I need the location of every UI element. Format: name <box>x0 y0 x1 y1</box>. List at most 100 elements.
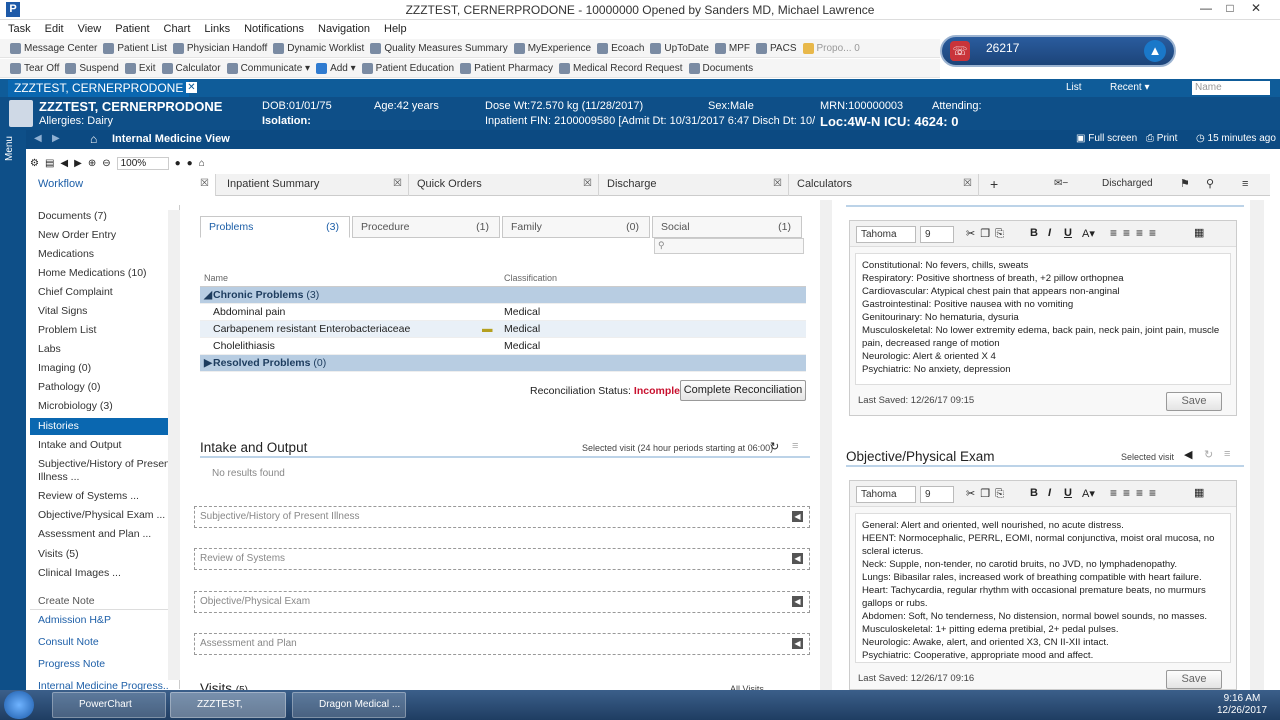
binoculars-icon[interactable]: ⚙ <box>30 158 39 169</box>
taskbar-patient-chart[interactable]: ZZZTEST, CERNE... <box>170 692 286 718</box>
add-tab-icon[interactable]: + <box>982 174 1006 196</box>
tab-workflow[interactable]: Workflow ☒ <box>30 174 216 196</box>
menu-icon[interactable]: ≡ <box>1234 174 1264 196</box>
close-patient-tab-icon[interactable]: ✕ <box>186 82 197 93</box>
nav-item-assessment-plan[interactable]: Assessment and Plan ... <box>30 526 168 543</box>
close-icon[interactable]: ☒ <box>963 174 972 194</box>
toolbar-ecoach[interactable]: Ecoach <box>597 42 644 54</box>
menu-patient[interactable]: Patient <box>115 23 149 35</box>
tab-problems[interactable]: Problems (3) <box>200 216 350 238</box>
toolbar-physician-handoff[interactable]: Physician Handoff <box>172 42 267 54</box>
menu-task[interactable]: Task <box>8 23 31 35</box>
circle-icon[interactable]: ● <box>187 158 193 169</box>
taskbar-powerchart[interactable]: PowerChart Orga... <box>52 692 166 718</box>
print-button[interactable]: ⎙ Print <box>1146 133 1177 144</box>
nav-item-vital-signs[interactable]: Vital Signs <box>30 303 168 320</box>
recent-dropdown[interactable]: Recent ▾ <box>1110 82 1149 93</box>
search-icon[interactable]: ⚲ <box>1198 174 1220 196</box>
nav-item-new-order-entry[interactable]: New Order Entry <box>30 227 168 244</box>
collapsed-section-assessment-plan[interactable]: Assessment and Plan ◀ <box>194 633 810 655</box>
font-size-select[interactable]: 9 <box>920 226 954 243</box>
home-icon[interactable]: ⌂ <box>90 132 97 146</box>
list-button[interactable]: List <box>1066 82 1082 93</box>
patient-tab[interactable]: ZZZTEST, CERNERPRODONE <box>8 80 190 97</box>
align-left-icon[interactable]: ≡ <box>1110 226 1123 240</box>
ros-save-button[interactable]: Save <box>1166 392 1222 411</box>
dragon-flame-icon[interactable]: ▲ <box>1144 40 1166 62</box>
nav-item-chief-complaint[interactable]: Chief Complaint <box>30 284 168 301</box>
copy-icon[interactable]: ❐ <box>980 488 995 500</box>
toolbar-mpf[interactable]: MPF <box>714 42 750 54</box>
nav-item-clinical-images[interactable]: Clinical Images ... <box>30 565 168 582</box>
toolbar-propo[interactable]: Propo... 0 <box>802 42 860 54</box>
circle-icon[interactable]: ● <box>175 158 181 169</box>
nav-item-imaging[interactable]: Imaging (0) <box>30 360 168 377</box>
align-right-icon[interactable]: ≡ <box>1136 226 1149 240</box>
expand-icon[interactable]: ◀ <box>792 553 803 564</box>
menu-navigation[interactable]: Navigation <box>318 23 370 35</box>
note-admission-hp[interactable]: Admission H&P <box>30 612 168 629</box>
menu-icon[interactable]: ≡ <box>1224 448 1230 460</box>
nav-item-subjective-cont[interactable]: Illness ... <box>30 469 168 486</box>
italic-icon[interactable]: I <box>1048 227 1051 239</box>
home-icon[interactable]: ⌂ <box>199 158 205 169</box>
toolbar-add[interactable]: Add ▾ <box>316 62 356 74</box>
align-center-icon[interactable]: ≡ <box>1123 486 1136 500</box>
toolbar-patient-list[interactable]: Patient List <box>103 42 167 54</box>
nav-scrollbar[interactable] <box>168 210 180 680</box>
tab-social[interactable]: Social (1) <box>652 216 802 238</box>
ros-format-icons[interactable]: ✂❐⎘ <box>966 227 1009 241</box>
nav-item-intake-output[interactable]: Intake and Output <box>30 437 168 454</box>
dragon-widget[interactable]: ☏ 26217 ▲ <box>940 35 1176 67</box>
tab-procedure[interactable]: Procedure (1) <box>352 216 500 238</box>
italic-icon[interactable]: I <box>1048 487 1051 499</box>
chronic-problems-group[interactable]: ◢ Chronic Problems (3) <box>200 287 806 304</box>
back-arrow-icon[interactable]: ◀ <box>34 133 42 144</box>
pe-text-area[interactable]: General: Alert and oriented, well nouris… <box>855 513 1231 663</box>
tab-family[interactable]: Family (0) <box>502 216 650 238</box>
problem-search-input[interactable]: ⚲ <box>654 238 804 254</box>
nav-item-documents[interactable]: Documents (7) <box>30 208 168 225</box>
ros-text-area[interactable]: Constitutional: No fevers, chills, sweat… <box>855 253 1231 385</box>
collapsed-section-physical-exam[interactable]: Objective/Physical Exam ◀ <box>194 591 810 613</box>
nav-item-histories[interactable]: Histories <box>30 418 168 435</box>
pe-save-button[interactable]: Save <box>1166 670 1222 689</box>
center-scrollbar[interactable] <box>820 200 832 690</box>
bold-icon[interactable]: B <box>1030 227 1038 239</box>
cut-icon[interactable]: ✂ <box>966 488 980 500</box>
forward-arrow-icon[interactable]: ▶ <box>52 133 60 144</box>
toolbar-myexperience[interactable]: MyExperience <box>513 42 591 54</box>
insert-table-icon[interactable]: ▦ <box>1194 486 1204 499</box>
bold-icon[interactable]: B <box>1030 487 1038 499</box>
pe-format-icons[interactable]: ✂❐⎘ <box>966 487 1009 501</box>
cut-icon[interactable]: ✂ <box>966 228 980 240</box>
menu-edit[interactable]: Edit <box>45 23 64 35</box>
toolbar-documents[interactable]: Documents <box>688 62 753 74</box>
tab-calculators[interactable]: Calculators ☒ <box>789 174 979 196</box>
note-progress[interactable]: Progress Note <box>30 656 168 673</box>
table-row[interactable]: Abdominal pain Medical <box>200 304 806 321</box>
align-left-icon[interactable]: ≡ <box>1110 486 1123 500</box>
full-screen-button[interactable]: ▣ Full screen <box>1076 133 1137 144</box>
toolbar-quality-measures[interactable]: Quality Measures Summary <box>370 42 508 54</box>
start-button[interactable] <box>4 691 34 719</box>
phone-icon[interactable]: ☏ <box>950 41 970 61</box>
toolbar-suspend[interactable]: Suspend <box>65 62 119 74</box>
menu-links[interactable]: Links <box>204 23 230 35</box>
menu-chart[interactable]: Chart <box>164 23 191 35</box>
underline-icon[interactable]: U <box>1064 487 1072 499</box>
underline-icon[interactable]: U <box>1064 227 1072 239</box>
nav-item-review-of-systems[interactable]: Review of Systems ... <box>30 488 168 505</box>
refresh-icon[interactable]: ↻ <box>770 440 779 453</box>
note-consult[interactable]: Consult Note <box>30 634 168 651</box>
close-button[interactable]: ✕ <box>1244 0 1268 17</box>
side-menu-strip[interactable]: Menu <box>0 130 26 690</box>
close-icon[interactable]: ☒ <box>393 174 402 194</box>
align-center-icon[interactable]: ≡ <box>1123 226 1136 240</box>
toolbar-pacs[interactable]: PACS <box>756 42 797 54</box>
toolbar-exit[interactable]: Exit <box>124 62 156 74</box>
collapsed-section-subjective[interactable]: Subjective/History of Present Illness ◀ <box>194 506 810 528</box>
table-row[interactable]: Carbapenem resistant Enterobacteriaceae ▬… <box>200 321 806 338</box>
font-family-select[interactable]: Tahoma <box>856 486 916 503</box>
minimize-button[interactable]: — <box>1194 0 1218 17</box>
